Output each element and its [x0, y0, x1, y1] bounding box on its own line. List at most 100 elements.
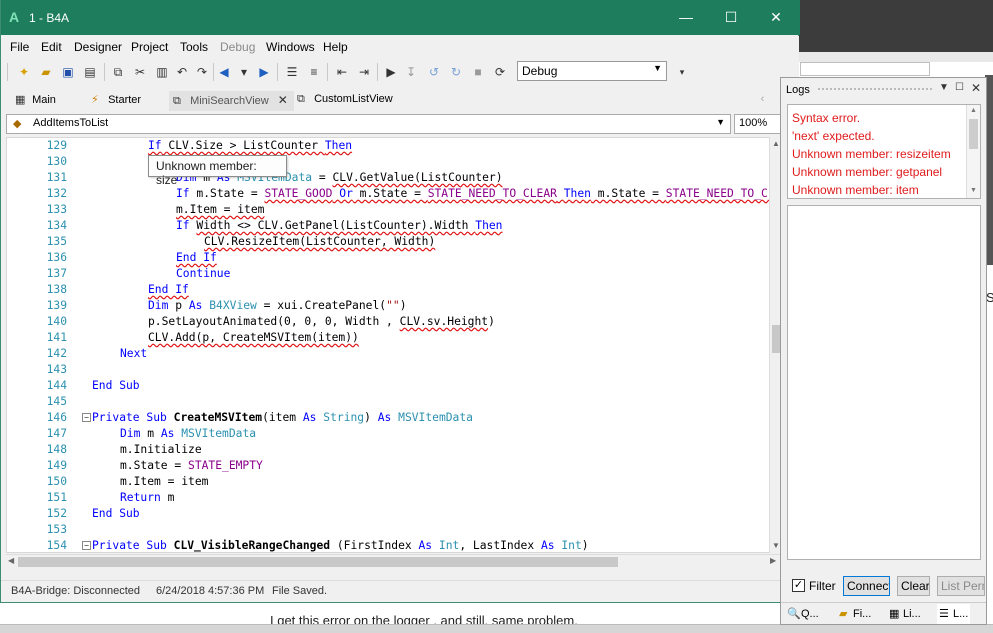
code-line[interactable]: 143 [7, 362, 781, 378]
comment-icon[interactable]: ☰ [283, 63, 301, 81]
menu-help[interactable]: Help [323, 40, 348, 54]
code-line[interactable]: 148 m.Initialize [7, 442, 781, 458]
navigate-dropdown-icon[interactable]: ▾ [235, 63, 253, 81]
code-line[interactable]: 135 CLV.ResizeItem(ListCounter, Width) [7, 234, 781, 250]
code-line[interactable]: 138 End If [7, 282, 781, 298]
log-detail-area[interactable] [787, 205, 981, 560]
fold-toggle-icon[interactable]: − [82, 541, 91, 550]
tab-customlistview[interactable]: ⧉ CustomListView [293, 91, 399, 111]
code-line[interactable]: 145 [7, 394, 781, 410]
paste-icon[interactable]: ▥ [153, 63, 171, 81]
log-scrollbar[interactable]: ▲ ▼ [966, 105, 980, 198]
code-line[interactable]: 150 m.Item = item [7, 474, 781, 490]
log-entry[interactable]: Syntax error. [788, 109, 980, 127]
scroll-left-icon[interactable]: ◀ [8, 556, 14, 565]
close-icon[interactable]: ✕ [971, 81, 981, 95]
code-line[interactable]: 133 m.Item = item [7, 202, 781, 218]
undo-icon[interactable]: ↶ [173, 63, 191, 81]
menu-file[interactable]: File [10, 40, 29, 54]
code-line[interactable]: 130 [7, 154, 781, 170]
log-entry[interactable]: Unknown member: resizeitem [788, 145, 980, 163]
run-icon[interactable]: ▶ [382, 63, 400, 81]
scroll-up-icon[interactable]: ▲ [772, 139, 780, 148]
code-line[interactable]: 144 End Sub [7, 378, 781, 394]
menu-designer[interactable]: Designer [74, 40, 122, 54]
editor-horizontal-scrollbar[interactable]: ◀ ▶ [6, 554, 782, 568]
logs-header[interactable]: Logs ▼ ☐ ✕ [781, 78, 986, 100]
save-all-icon[interactable]: ▤ [81, 63, 99, 81]
code-line[interactable]: 142 Next [7, 346, 781, 362]
code-line[interactable]: 153 [7, 522, 781, 538]
filter-checkbox[interactable]: ✓ [792, 579, 805, 592]
cut-icon[interactable]: ✂ [131, 63, 149, 81]
redo-icon[interactable]: ↷ [193, 63, 211, 81]
scrollbar-thumb[interactable] [18, 557, 618, 567]
code-line[interactable]: 129 If CLV.Size > ListCounter Then [7, 138, 781, 154]
code-line[interactable]: 136 End If [7, 250, 781, 266]
menu-debug[interactable]: Debug [220, 40, 255, 54]
code-line[interactable]: 141 CLV.Add(p, CreateMSVItem(item)) [7, 330, 781, 346]
scroll-down-icon[interactable]: ▼ [970, 187, 977, 194]
new-file-icon[interactable]: ✦ [15, 63, 33, 81]
menu-tools[interactable]: Tools [180, 40, 208, 54]
code-line[interactable]: 137 Continue [7, 266, 781, 282]
log-entry[interactable]: 'next' expected. [788, 127, 980, 145]
menu-project[interactable]: Project [131, 40, 168, 54]
open-folder-icon[interactable]: ▰ [37, 63, 55, 81]
save-icon[interactable]: ▣ [59, 63, 77, 81]
stop-icon[interactable]: ■ [469, 63, 487, 81]
code-line[interactable]: 131 Dim m As MSVItemData = CLV.GetValue(L… [7, 170, 781, 186]
minimize-icon[interactable]: — [671, 6, 701, 28]
uncomment-icon[interactable]: ≡ [305, 63, 323, 81]
log-entry[interactable]: Unknown member: item [788, 181, 980, 199]
fold-toggle-icon[interactable]: − [82, 413, 91, 422]
clear-button[interactable]: Clear [897, 576, 930, 596]
code-line[interactable]: 140 p.SetLayoutAnimated(0, 0, 0, Width , … [7, 314, 781, 330]
code-line[interactable]: 152 End Sub [7, 506, 781, 522]
navigate-forward-icon[interactable]: ▶ [255, 63, 273, 81]
step-in-icon[interactable]: ↺ [425, 63, 443, 81]
maximize-icon[interactable]: ☐ [716, 6, 746, 28]
tab-libraries[interactable]: ▦ Li... [889, 607, 921, 620]
build-config-select[interactable]: Debug ▼ [517, 61, 667, 81]
scroll-right-icon[interactable]: ▶ [770, 556, 776, 565]
title-bar[interactable]: A 1 - B4A — ☐ ✕ [1, 0, 800, 35]
code-editor[interactable]: 129 If CLV.Size > ListCounter Then 130 131 D… [6, 137, 782, 553]
sub-selector[interactable]: ◆ AddItemsToList ▼ [6, 114, 731, 134]
log-list[interactable]: Syntax error.'next' expected. Unknown mem… [787, 104, 981, 199]
tab-starter[interactable]: ⚡ Starter [87, 91, 147, 111]
code-line[interactable]: 147 Dim m As MSVItemData [7, 426, 781, 442]
tab-minisearchview[interactable]: ⧉ MiniSearchView ✕ [169, 91, 294, 111]
tab-quick-search[interactable]: 🔍Q... [787, 607, 819, 620]
chevron-down-icon[interactable]: ▼ [939, 82, 949, 93]
connect-button[interactable]: Connect [843, 576, 890, 596]
list-permissions-button[interactable]: List Perm [937, 576, 985, 596]
scrollbar-thumb[interactable] [969, 119, 978, 149]
log-entry[interactable]: Unknown member: getpanel [788, 163, 980, 181]
tab-close-icon[interactable]: ✕ [278, 93, 288, 107]
maximize-icon[interactable]: ☐ [955, 82, 964, 93]
code-line[interactable]: 132 If m.State = STATE_GOOD Or m.State = … [7, 186, 781, 202]
toolbar-overflow-icon[interactable]: ▾ [673, 63, 691, 81]
tab-files[interactable]: ▰ Fi... [839, 607, 871, 620]
indent-icon[interactable]: ⇥ [355, 63, 373, 81]
navigate-back-icon[interactable]: ◀ [215, 63, 233, 81]
step-out-icon[interactable]: ↻ [447, 63, 465, 81]
code-line[interactable]: 134 If Width <> CLV.GetPanel(ListCounter)… [7, 218, 781, 234]
scroll-down-icon[interactable]: ▼ [772, 541, 780, 550]
code-line[interactable]: 154 − Private Sub CLV_VisibleRangeChanged … [7, 538, 781, 552]
code-line[interactable]: 151 Return m [7, 490, 781, 506]
step-over-icon[interactable]: ↧ [402, 63, 420, 81]
tab-main[interactable]: ▦ Main [11, 91, 62, 111]
restart-icon[interactable]: ⟳ [491, 63, 509, 81]
menu-edit[interactable]: Edit [41, 40, 62, 54]
close-icon[interactable]: ✕ [761, 6, 791, 28]
code-line[interactable]: 149 m.State = STATE_EMPTY [7, 458, 781, 474]
scroll-up-icon[interactable]: ▲ [970, 107, 977, 114]
copy-icon[interactable]: ⧉ [109, 63, 127, 81]
menu-windows[interactable]: Windows [266, 40, 315, 54]
code-line[interactable]: 139 Dim p As B4XView = xui.CreatePanel(""… [7, 298, 781, 314]
code-line[interactable]: 146 − Private Sub CreateMSVItem(item As St… [7, 410, 781, 426]
tab-logs[interactable]: ☰ L... [937, 604, 971, 624]
drag-grip-icon[interactable] [817, 87, 932, 91]
